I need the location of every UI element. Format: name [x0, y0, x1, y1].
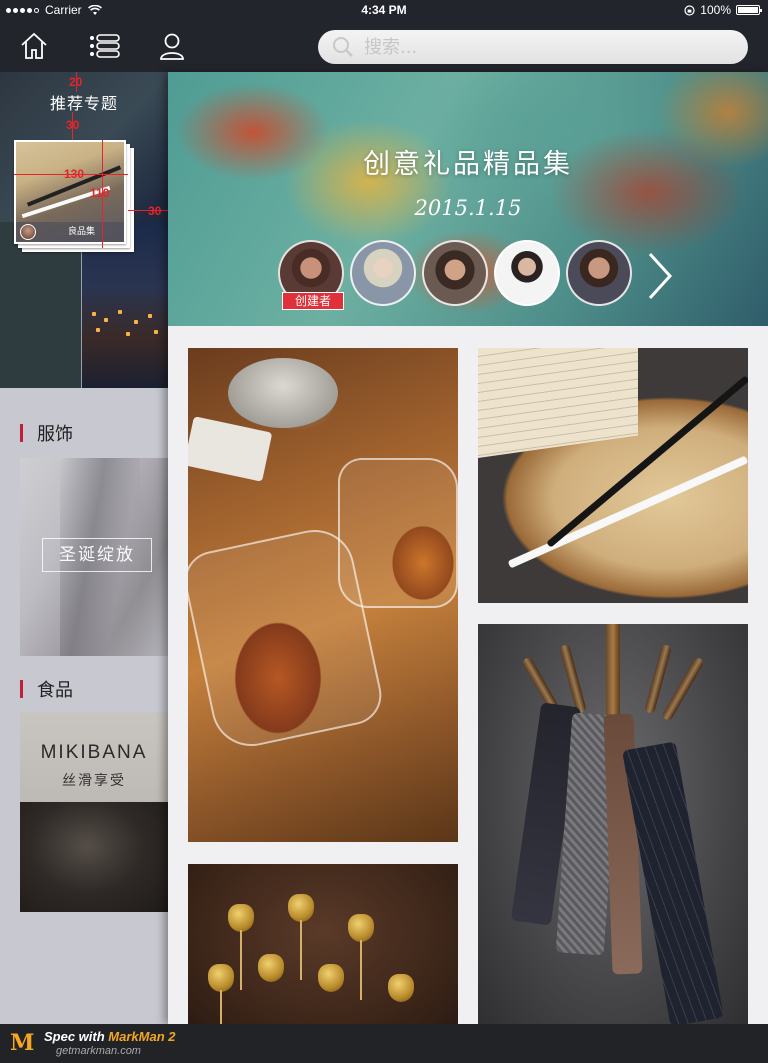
- avatar[interactable]: [350, 240, 416, 306]
- product-tile-ties[interactable]: [478, 624, 748, 1024]
- main-content: 创意礼品精品集 2015.1.15 创建者: [168, 72, 768, 1024]
- category-heading-clothing[interactable]: 服饰: [20, 420, 73, 446]
- product-tile-pins[interactable]: [188, 864, 458, 1024]
- creator-badge: 创建者: [282, 292, 344, 310]
- card-tag: 圣诞绽放: [42, 538, 152, 572]
- battery-percent: 100%: [700, 3, 731, 17]
- status-time: 4:34 PM: [361, 3, 407, 17]
- category-card-clothing[interactable]: 圣诞绽放: [20, 458, 168, 656]
- nav-bar: [0, 20, 768, 72]
- category-bar: [20, 680, 23, 698]
- avatar[interactable]: [566, 240, 632, 306]
- hero-banner: 创意礼品精品集 2015.1.15 创建者: [168, 72, 768, 326]
- sidebar: 推荐专题 良品集 20 30 130 110 30 服饰 圣诞绽放 食品 MIK…: [0, 72, 168, 1024]
- avatar[interactable]: [494, 240, 560, 306]
- chevron-right-icon[interactable]: [644, 248, 676, 304]
- spec-mark: 130: [64, 167, 85, 181]
- spec-mark: 20: [69, 75, 83, 89]
- featured-topic-card[interactable]: 良品集: [14, 140, 134, 252]
- user-icon[interactable]: [156, 30, 188, 62]
- list-icon[interactable]: [88, 30, 120, 62]
- category-bar: [20, 424, 23, 442]
- product-tile-whisky-glasses[interactable]: [188, 348, 458, 842]
- spec-prefix: Spec with: [44, 1029, 109, 1044]
- search-input[interactable]: [364, 36, 724, 58]
- spec-credit: Spec with MarkMan 2: [44, 1029, 176, 1044]
- spec-mark: 30: [148, 204, 162, 218]
- spec-mark: 110: [90, 186, 110, 200]
- spec-mark: 30: [66, 118, 80, 132]
- card-subtitle: 丝滑享受: [62, 773, 126, 789]
- card-image: [20, 802, 168, 912]
- status-right: 100%: [684, 3, 762, 17]
- avatar: [20, 224, 36, 240]
- search-bar[interactable]: [318, 30, 748, 64]
- home-icon[interactable]: [18, 30, 50, 62]
- status-bar: Carrier 4:34 PM 100%: [0, 0, 768, 20]
- featured-topics: 推荐专题 良品集 20 30 130 110 30: [0, 72, 168, 388]
- featured-topic-label: 良品集: [68, 227, 96, 237]
- spec-url[interactable]: getmarkman.com: [56, 1045, 141, 1057]
- featured-title: 推荐专题: [49, 94, 118, 113]
- hero-title: 创意礼品精品集: [363, 149, 573, 180]
- card-brand: MIKIBANA: [40, 742, 148, 763]
- category-title: 食品: [37, 680, 73, 701]
- markman-footer: M Spec with MarkMan 2 getmarkman.com: [0, 1024, 768, 1063]
- search-icon: [333, 37, 353, 57]
- avatar[interactable]: [422, 240, 488, 306]
- orientation-lock-icon: [684, 4, 695, 16]
- spec-brand: MarkMan 2: [108, 1029, 176, 1044]
- hero-date: 2015.1.15: [414, 196, 522, 220]
- markman-logo: M: [10, 1030, 35, 1056]
- category-title: 服饰: [37, 424, 73, 445]
- product-tile-pens[interactable]: [478, 348, 748, 603]
- battery-icon: [736, 5, 762, 15]
- category-card-food[interactable]: MIKIBANA 丝滑享受: [20, 712, 168, 912]
- category-heading-food[interactable]: 食品: [20, 676, 73, 702]
